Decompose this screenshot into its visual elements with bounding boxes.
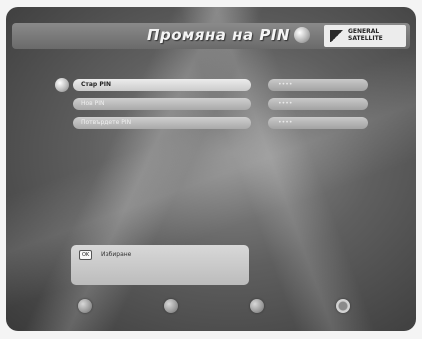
red-button-icon[interactable] [78, 299, 92, 313]
new-pin-label[interactable]: Нов PIN [73, 98, 251, 110]
old-pin-input[interactable]: •••• [268, 79, 368, 91]
old-pin-label[interactable]: Стар PIN [73, 79, 251, 91]
yellow-button-icon[interactable] [250, 299, 264, 313]
confirm-pin-label[interactable]: Потвърдете PIN [73, 117, 251, 129]
header-bar: Промяна на PIN GENERAL SATELLITE [12, 23, 410, 49]
osd-screen: Промяна на PIN GENERAL SATELLITE Стар PI… [6, 7, 416, 331]
selection-indicator-icon [55, 78, 69, 92]
ok-key-icon: OK [79, 250, 93, 260]
blue-button-icon[interactable] [336, 299, 350, 313]
new-pin-input[interactable]: •••• [268, 98, 368, 110]
brand-logo-text: GENERAL SATELLITE [348, 28, 383, 42]
title-sphere-icon [294, 27, 310, 43]
brand-logo: GENERAL SATELLITE [324, 25, 406, 47]
confirm-pin-input[interactable]: •••• [268, 117, 368, 129]
help-text: Избиране [101, 251, 132, 258]
help-box: OK Избиране [71, 245, 249, 285]
page-title: Промяна на PIN [146, 26, 290, 44]
green-button-icon[interactable] [164, 299, 178, 313]
brand-logo-icon [330, 30, 344, 42]
